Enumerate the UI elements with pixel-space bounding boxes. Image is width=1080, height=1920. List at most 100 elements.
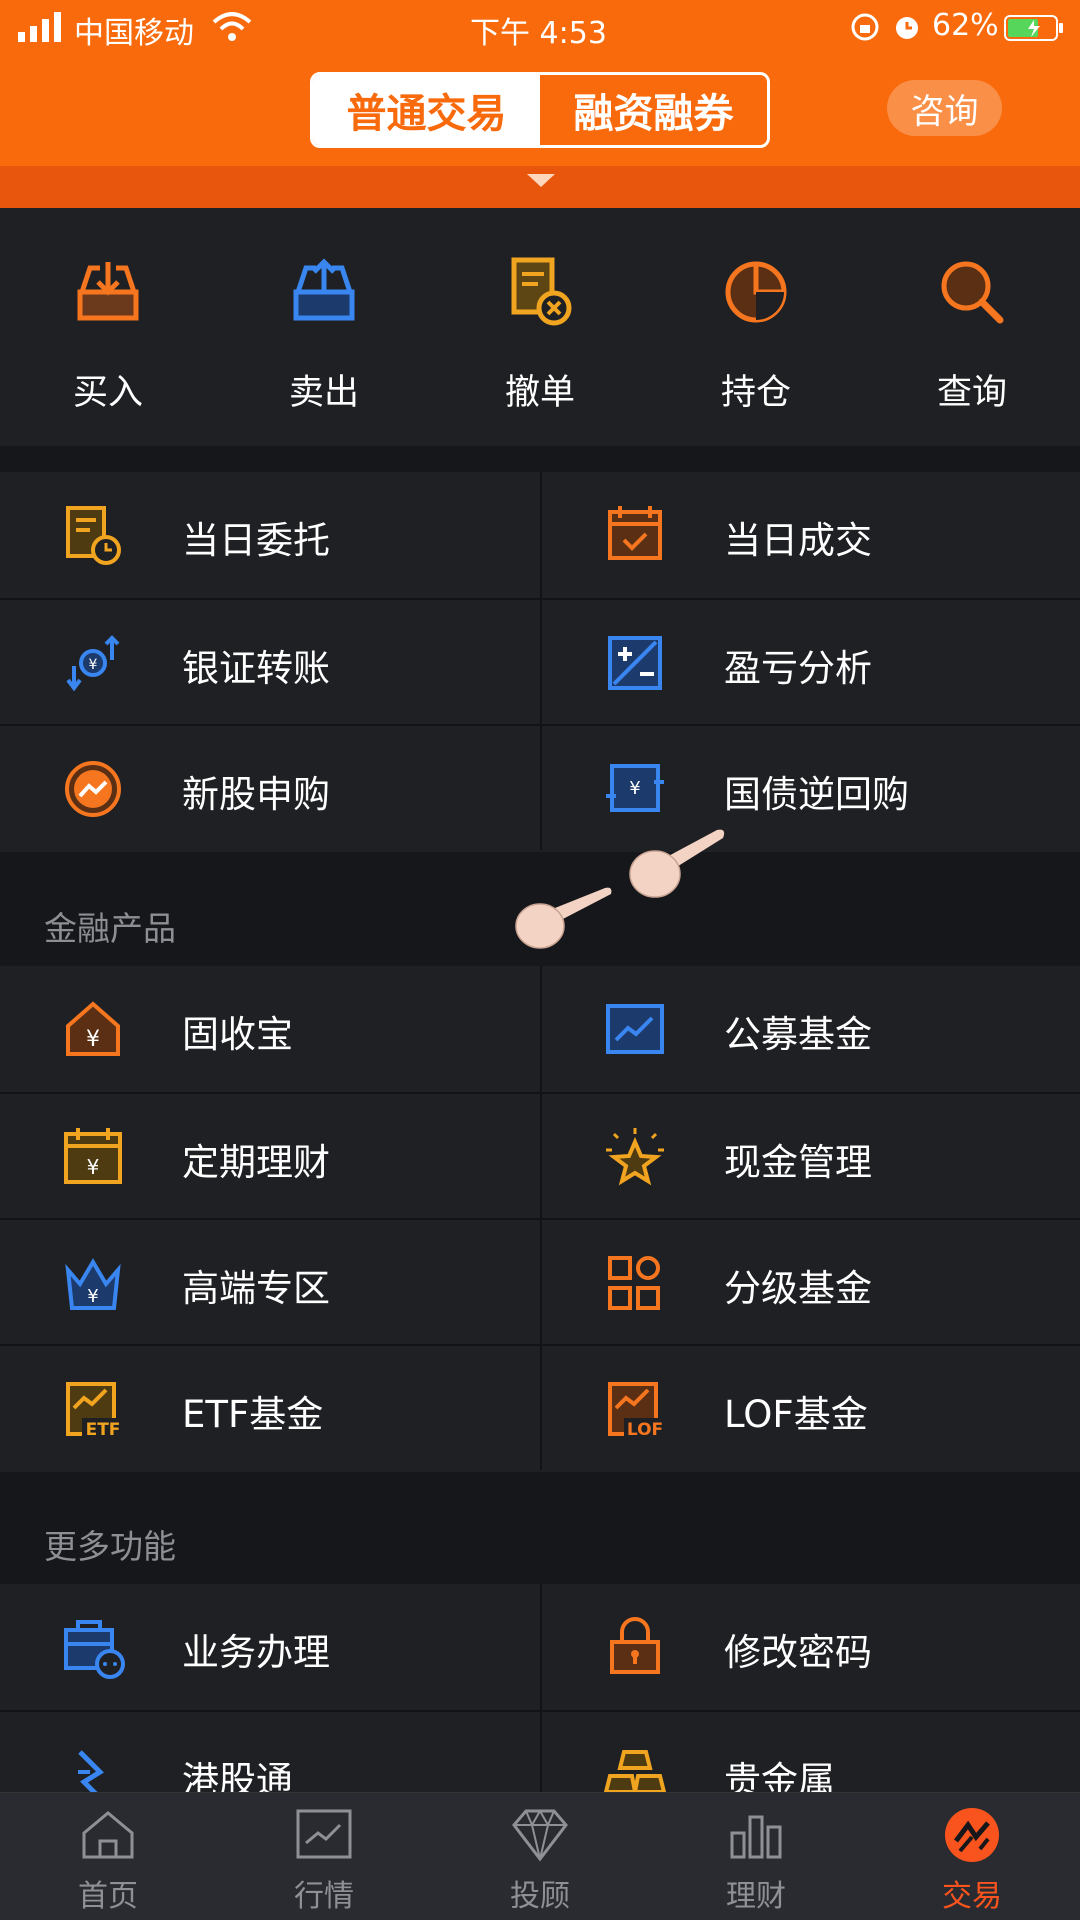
today-deals-item[interactable]: 当日成交 [540,472,1080,598]
tab-normal-trade[interactable]: 普通交易 [313,75,540,145]
query-label: 查询 [936,373,1007,413]
sell-button[interactable]: 卖出 [216,208,432,446]
tray-out-icon [293,258,355,321]
grid-row: ¥ 固收宝 公募基金 [0,966,1080,1092]
trade-icon [945,1808,999,1862]
item-label: 贵金属 [724,1759,835,1792]
business-handling-item[interactable]: 业务办理 [0,1584,540,1710]
etf-fund-item[interactable]: ETF ETF基金 [0,1346,540,1470]
trade-mode-switch: 普通交易 融资融券 [310,72,770,148]
cancel-order-button[interactable]: 撤单 [432,208,648,446]
item-label: 业务办理 [182,1631,330,1674]
precious-metals-item[interactable]: 贵金属 [540,1712,1080,1792]
grid-row: ¥ 高端专区 分级基金 [0,1218,1080,1344]
hk-connect-item[interactable]: 港股通 [0,1712,540,1792]
pie-icon [725,261,787,323]
item-label: 新股申购 [182,773,330,816]
svg-text:¥: ¥ [87,1155,100,1179]
trade-grid: 当日委托 当日成交 ¥ 银证转账 盈亏分析 新股申购 ¥ 国债逆回购 [0,472,1080,852]
header: 中国移动 下午 4:53 62% 普通交易 融资融券 咨询 [0,0,1080,208]
grid-row: ETF ETF基金 LOF LOF基金 [0,1344,1080,1470]
rotation-lock-icon [851,13,879,41]
lof-icon: LOF [608,1382,666,1440]
chart-icon [296,1809,352,1859]
svg-text:LOF: LOF [627,1420,663,1440]
briefcase-user-icon [64,1620,125,1679]
today-orders-item[interactable]: 当日委托 [0,472,540,598]
item-label: 高端专区 [182,1267,330,1310]
svg-text:¥: ¥ [87,1286,98,1307]
grid-row: 当日委托 当日成交 [0,472,1080,598]
fund-chart-icon [606,1004,664,1054]
pnl-analysis-item[interactable]: 盈亏分析 [540,600,1080,724]
item-label: 当日委托 [182,519,330,562]
bottom-tab-bar: 首页 行情 投顾 理财 交易 [0,1792,1080,1920]
svg-text:¥: ¥ [89,657,98,673]
lof-fund-item[interactable]: LOF LOF基金 [540,1346,1080,1470]
pointing-hands-decoration [515,829,725,949]
position-label: 持仓 [720,373,791,413]
item-label: 当日成交 [724,519,872,562]
order-clock-icon [66,506,121,565]
svg-text:ETF: ETF [86,1420,121,1440]
tab-home[interactable]: 首页 [0,1793,216,1920]
etf-icon: ETF [66,1382,124,1440]
hk-connect-icon [78,1750,104,1792]
item-label: 银证转账 [182,647,330,690]
buy-button[interactable]: 买入 [0,208,216,446]
public-fund-item[interactable]: 公募基金 [540,966,1080,1092]
grid-row: ¥ 银证转账 盈亏分析 [0,598,1080,724]
position-button[interactable]: 持仓 [648,208,864,446]
ipo-subscribe-item[interactable]: 新股申购 [0,726,540,850]
grid-apps-icon [608,1256,660,1310]
ipo-icon [65,761,121,817]
tray-in-icon [77,262,139,321]
repo-icon: ¥ [606,764,664,812]
header-expand-band[interactable] [0,166,1080,208]
status-bar: 中国移动 下午 4:53 62% [0,0,1080,56]
buy-label: 买入 [72,373,143,413]
tab-margin-trade[interactable]: 融资融券 [540,75,767,145]
signal-icon [18,12,61,42]
bank-transfer-item[interactable]: ¥ 银证转账 [0,600,540,724]
change-password-item[interactable]: 修改密码 [540,1584,1080,1710]
fixed-term-item[interactable]: ¥ 定期理财 [0,1094,540,1218]
tab-wealth[interactable]: 理财 [648,1793,864,1920]
transfer-icon: ¥ [66,635,120,692]
cash-management-item[interactable]: 现金管理 [540,1094,1080,1218]
pnl-icon [608,636,662,690]
query-button[interactable]: 查询 [864,208,1080,446]
tab-label: 理财 [726,1879,786,1914]
tab-market[interactable]: 行情 [216,1793,432,1920]
battery-icon [1004,15,1063,41]
tab-advisor[interactable]: 投顾 [432,1793,648,1920]
svg-text:¥: ¥ [629,778,640,799]
calendar-yen-icon: ¥ [64,1128,122,1184]
item-label: 定期理财 [182,1141,330,1184]
consult-button[interactable]: 咨询 [887,80,1002,136]
sell-label: 卖出 [288,373,359,413]
carrier-name: 中国移动 [74,16,194,51]
cancel-order-label: 撤单 [504,373,575,413]
calendar-check-icon [608,506,662,560]
search-icon [941,261,1004,324]
item-label: 盈亏分析 [724,647,872,690]
item-label: 公募基金 [724,1013,872,1056]
crown-icon: ¥ [65,1258,121,1310]
premium-zone-item[interactable]: ¥ 高端专区 [0,1220,540,1344]
house-yen-icon: ¥ [66,1001,120,1056]
grid-row: ¥ 定期理财 现金管理 [0,1092,1080,1218]
tab-label: 交易 [942,1879,1002,1914]
alarm-icon [896,17,918,39]
fixed-income-item[interactable]: ¥ 固收宝 [0,966,540,1092]
tab-trade[interactable]: 交易 [864,1793,1080,1920]
expand-caret-icon[interactable] [527,174,555,187]
item-label: ETF基金 [182,1393,324,1436]
cancel-order-icon [511,257,572,326]
grid-row: 港股通 贵金属 [0,1710,1080,1792]
tab-label: 投顾 [510,1879,570,1914]
graded-fund-item[interactable]: 分级基金 [540,1220,1080,1344]
quick-actions: 买入 卖出 撤单 持仓 查询 [0,208,1080,446]
item-label: 港股通 [182,1759,293,1792]
battery-percent: 62% [932,8,999,43]
